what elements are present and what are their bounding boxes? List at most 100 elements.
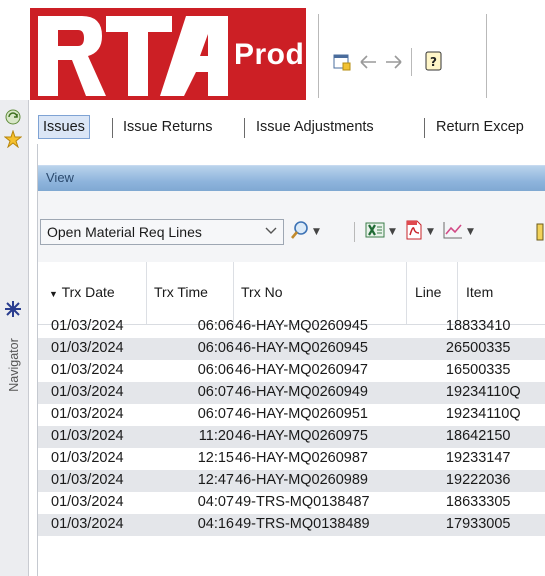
tab-bar: Issues Issue Returns Issue Adjustments R…: [28, 112, 545, 144]
column-header-line[interactable]: Line: [415, 272, 441, 312]
column-header-trx-time[interactable]: Trx Time: [154, 272, 208, 312]
trx-time-cell: 04:07: [197, 494, 234, 510]
trx-no-cell: 46-HAY-MQ0260989: [235, 472, 368, 488]
line-cell: 1: [445, 472, 454, 488]
excel-export-icon: [364, 220, 386, 244]
pdf-export-button[interactable]: ▼: [404, 220, 434, 244]
trx-date-cell: 01/03/2024: [51, 340, 124, 356]
forward-arrow-icon[interactable]: [382, 50, 406, 74]
trx-time-cell: 06:06: [197, 362, 234, 378]
item-cell: 9222036: [454, 472, 511, 488]
dropdown-caret-icon: ▼: [427, 227, 434, 237]
view-bar[interactable]: View: [38, 165, 545, 192]
search-button[interactable]: ▼: [290, 220, 320, 244]
back-arrow-icon[interactable]: [356, 50, 380, 74]
dropdown-caret-icon: ▼: [313, 227, 320, 237]
navigator-tree-icon[interactable]: [4, 300, 22, 322]
trx-time-cell: 12:15: [197, 450, 234, 466]
trx-time-cell: 11:20: [198, 428, 234, 444]
trx-no-cell: 46-HAY-MQ0260975: [235, 428, 368, 444]
trx-date-cell: 01/03/2024: [51, 428, 124, 444]
item-cell: 7933005: [454, 516, 511, 532]
line-cell: 1: [445, 384, 454, 400]
environment-label: Prod: [234, 38, 305, 71]
line-cell: 1: [445, 362, 454, 378]
chart-button[interactable]: ▼: [442, 220, 474, 244]
trx-no-cell: 46-HAY-MQ0260987: [235, 450, 368, 466]
rta-logo-mark: [38, 16, 228, 96]
trx-date-cell: 01/03/2024: [51, 406, 124, 422]
more-tools-icon[interactable]: [536, 220, 545, 244]
tab-separator: [112, 118, 113, 138]
query-select[interactable]: Open Material Req Lines: [40, 219, 284, 245]
trx-no-cell: 49-TRS-MQ0138487: [235, 494, 370, 510]
dropdown-caret-icon: ▼: [389, 227, 396, 237]
table-row[interactable]: 01/03/2024 12:47 46-HAY-MQ0260989 1 9222036: [38, 470, 545, 492]
navigator-label: Navigator: [7, 338, 21, 392]
table-row[interactable]: 01/03/2024 11:20 46-HAY-MQ0260975 1 8642150: [38, 426, 545, 448]
line-cell: 1: [445, 516, 454, 532]
chevron-down-icon: [265, 223, 277, 243]
dropdown-caret-icon: ▼: [467, 227, 474, 237]
excel-export-button[interactable]: ▼: [364, 220, 396, 244]
line-cell: 1: [445, 428, 454, 444]
trx-no-cell: 46-HAY-MQ0260951: [235, 406, 368, 422]
trx-no-cell: 46-HAY-MQ0260945: [235, 318, 368, 334]
trx-no-cell: 46-HAY-MQ0260947: [235, 362, 368, 378]
toolbar-divider: [411, 48, 412, 76]
pdf-export-icon: [404, 220, 424, 244]
table-row[interactable]: 01/03/2024 06:06 46-HAY-MQ0260945 2 6500335: [38, 338, 545, 360]
column-divider[interactable]: [406, 262, 407, 324]
tab-issue-adjustments[interactable]: Issue Adjustments: [256, 116, 374, 138]
table-row[interactable]: 01/03/2024 06:07 46-HAY-MQ0260949 1 9234110Q: [38, 382, 545, 404]
column-divider[interactable]: [457, 262, 458, 324]
line-cell: 1: [445, 318, 454, 334]
trx-time-cell: 06:06: [197, 340, 234, 356]
item-cell: 9233147: [454, 450, 511, 466]
column-header-item[interactable]: Item: [466, 272, 493, 312]
item-cell: 8642150: [454, 428, 511, 444]
table-row[interactable]: 01/03/2024 12:15 46-HAY-MQ0260987 1 9233147: [38, 448, 545, 470]
sort-desc-icon: ▼: [49, 289, 58, 299]
trx-date-cell: 01/03/2024: [51, 472, 124, 488]
tab-issue-returns[interactable]: Issue Returns: [123, 116, 212, 138]
search-icon: [290, 220, 310, 244]
item-cell: 8833410: [454, 318, 511, 334]
trx-date-cell: 01/03/2024: [51, 450, 124, 466]
tab-return-exceptions[interactable]: Return Excep: [436, 116, 524, 138]
tab-issues[interactable]: Issues: [38, 115, 90, 139]
header-divider: [318, 14, 319, 98]
table-row[interactable]: 01/03/2024 04:16 49-TRS-MQ0138489 1 7933005: [38, 514, 545, 536]
refresh-icon[interactable]: [4, 108, 22, 130]
item-cell: 6500335: [454, 362, 511, 378]
view-bar-title: View: [46, 170, 74, 185]
tab-separator: [424, 118, 425, 138]
toolbar-separator: [354, 222, 355, 242]
column-header-trx-no[interactable]: Trx No: [241, 272, 282, 312]
table-row[interactable]: 01/03/2024 06:07 46-HAY-MQ0260951 1 9234110Q: [38, 404, 545, 426]
favorites-star-icon[interactable]: [3, 129, 23, 152]
help-icon[interactable]: ?: [422, 49, 446, 73]
trx-no-cell: 46-HAY-MQ0260945: [235, 340, 368, 356]
table-row[interactable]: 01/03/2024 04:07 49-TRS-MQ0138487 1 8633305: [38, 492, 545, 514]
trx-time-cell: 04:16: [197, 516, 234, 532]
item-cell: 9234110Q: [454, 406, 521, 422]
trx-date-cell: 01/03/2024: [51, 494, 124, 510]
column-divider[interactable]: [233, 262, 234, 324]
query-select-value: Open Material Req Lines: [47, 224, 202, 240]
header-divider-right: [486, 14, 487, 98]
new-window-icon[interactable]: [330, 50, 354, 74]
navigator-panel[interactable]: Navigator: [0, 100, 29, 576]
table-row[interactable]: 01/03/2024 06:06 46-HAY-MQ0260947 1 6500335: [38, 360, 545, 382]
trx-date-cell: 01/03/2024: [51, 362, 124, 378]
tab-separator: [244, 118, 245, 138]
table-row[interactable]: 01/03/2024 06:06 46-HAY-MQ0260945 1 8833410: [38, 316, 545, 338]
column-divider[interactable]: [146, 262, 147, 324]
line-cell: 2: [445, 340, 454, 356]
line-cell: 1: [445, 494, 454, 510]
svg-text:?: ?: [430, 55, 437, 69]
trx-no-cell: 49-TRS-MQ0138489: [235, 516, 370, 532]
item-cell: 6500335: [454, 340, 511, 356]
column-header-trx-date[interactable]: ▼ Trx Date: [49, 272, 115, 312]
line-cell: 1: [445, 450, 454, 466]
